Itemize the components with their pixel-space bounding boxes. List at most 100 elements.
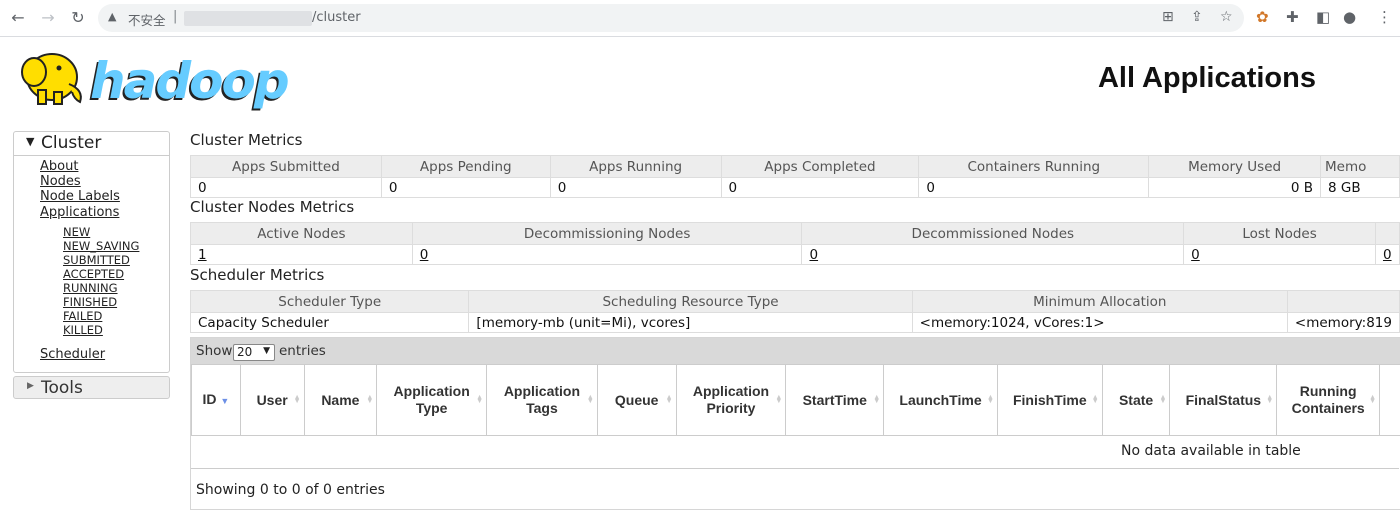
column-header: Containers Running (918, 155, 1150, 178)
sidebar-item-killed[interactable]: KILLED (63, 323, 103, 337)
column-header-application-tags[interactable]: Application Tags ▲ ▼ (486, 364, 598, 436)
share-icon[interactable]: ⇪ (1191, 9, 1203, 25)
side-panel-icon[interactable]: ◧ (1316, 8, 1330, 26)
sort-icon: ▲ ▼ (665, 394, 673, 405)
chevron-down-icon: ▼ (263, 346, 270, 356)
table-cell: 0 (549, 177, 722, 198)
column-header-launchtime[interactable]: LaunchTime ▲ ▼ (883, 364, 998, 436)
sidebar-item-node-labels[interactable]: Node Labels (40, 189, 120, 204)
unhealthy-nodes-link[interactable]: 0 (1383, 247, 1392, 263)
sidebar-item-running[interactable]: RUNNING (63, 281, 118, 295)
extension-icon[interactable]: ✿ (1256, 8, 1269, 26)
sidebar-item-failed[interactable]: FAILED (63, 309, 102, 323)
table-cell: 0 (1183, 244, 1376, 265)
cluster-metrics-title: Cluster Metrics (190, 131, 303, 149)
sidebar-item-accepted[interactable]: ACCEPTED (63, 267, 124, 281)
sidebar-item-nodes[interactable]: Nodes (40, 174, 81, 189)
browser-toolbar: ← → ↻ ▲ 不安全 | /cluster ⊞ ⇪ ☆ ✿ ✚ ◧ ● ⋮ (0, 0, 1400, 37)
empty-message: No data available in table (1121, 443, 1301, 459)
caret-down-icon: ▼ (26, 135, 35, 148)
column-header (1374, 222, 1400, 245)
table-cell: 0 (411, 244, 803, 265)
address-bar[interactable]: ▲ 不安全 | /cluster ⊞ ⇪ ☆ (98, 4, 1244, 32)
decommissioned-nodes-link[interactable]: 0 (809, 247, 818, 263)
sort-icon: ▲ ▼ (775, 394, 783, 405)
sidebar-item-finished[interactable]: FINISHED (63, 295, 117, 309)
column-header-state[interactable]: State ▲ ▼ (1101, 364, 1171, 436)
table-cell: 0 (1374, 244, 1400, 265)
page-title: All Applications (1097, 62, 1316, 94)
page-length-select[interactable]: 20 ▼ (233, 344, 275, 361)
table-cell: 0 (918, 177, 1150, 198)
scheduler-metrics-table: Scheduler Type Scheduling Resource Type … (189, 290, 1400, 333)
active-nodes-link[interactable]: 1 (198, 247, 207, 263)
column-header: Decommissioned Nodes (801, 222, 1185, 245)
column-header: Apps Pending (380, 155, 551, 178)
column-header-name[interactable]: Name ▲ ▼ (303, 364, 378, 436)
column-header-overflow[interactable] (1379, 364, 1400, 436)
table-cell: <memory:819 (1286, 312, 1400, 333)
cluster-metrics-table: Apps Submitted Apps Pending Apps Running… (190, 155, 1400, 198)
sidebar-item-scheduler[interactable]: Scheduler (40, 347, 105, 362)
sidebar-tools[interactable]: ▶ Tools (13, 376, 170, 399)
table-header-row: Apps Submitted Apps Pending Apps Running… (190, 155, 1400, 178)
column-header-user[interactable]: User ▲ ▼ (239, 364, 305, 436)
reload-icon[interactable]: ↻ (68, 8, 88, 28)
table-header-row: Active Nodes Decommissioning Nodes Decom… (190, 222, 1400, 245)
hadoop-logo[interactable]: hadoop hadoop (14, 44, 290, 112)
column-header-finishtime[interactable]: FinishTime ▲ ▼ (996, 364, 1103, 436)
puzzle-icon[interactable]: ✚ (1286, 8, 1299, 26)
table-cell: 8 GB (1320, 177, 1400, 198)
scheduler-metrics-title: Scheduler Metrics (190, 266, 325, 284)
url-path[interactable]: /cluster (312, 10, 361, 25)
sort-icon: ▲ ▼ (986, 394, 994, 405)
applications-table-wrapper: Show 20 ▼ entries ID ▼ User ▲ ▼ Name ▲ ▼ App… (190, 337, 1400, 510)
profile-avatar-icon[interactable]: ● (1343, 8, 1356, 26)
cluster-nodes-metrics-table: Active Nodes Decommissioning Nodes Decom… (190, 222, 1400, 265)
column-header-queue[interactable]: Queue ▲ ▼ (596, 364, 677, 436)
sidebar-item-submitted[interactable]: SUBMITTED (63, 253, 130, 267)
warning-icon[interactable]: ▲ (108, 10, 116, 23)
column-header: Apps Submitted (190, 155, 382, 178)
sidebar-item-applications[interactable]: Applications (40, 205, 119, 220)
table-row: Capacity Scheduler [memory-mb (unit=Mi),… (189, 312, 1400, 333)
sidebar-item-new[interactable]: NEW (63, 225, 90, 239)
decommissioning-nodes-link[interactable]: 0 (420, 247, 429, 263)
back-arrow-icon[interactable]: ← (8, 8, 28, 28)
column-header-starttime[interactable]: StartTime ▲ ▼ (785, 364, 885, 436)
empty-table-row: No data available in table (191, 436, 1399, 469)
sort-icon: ▲ ▼ (586, 394, 594, 405)
table-cell: Capacity Scheduler (189, 312, 470, 333)
sort-icon: ▲ ▼ (873, 394, 881, 405)
column-header: Active Nodes (190, 222, 413, 245)
column-header-finalstatus[interactable]: FinalStatus ▲ ▼ (1169, 364, 1278, 436)
sidebar-cluster: ▼ Cluster About Nodes Node Labels Applic… (13, 131, 170, 373)
table-cell: 1 (190, 244, 413, 265)
cluster-section-header[interactable]: ▼ Cluster (14, 132, 169, 156)
forward-arrow-icon[interactable]: → (38, 8, 58, 28)
column-header-application-priority[interactable]: Application Priority ▲ ▼ (675, 364, 787, 436)
column-header: Lost Nodes (1183, 222, 1376, 245)
caret-right-icon: ▶ (27, 381, 34, 391)
sidebar-item-about[interactable]: About (40, 159, 78, 174)
menu-kebab-icon[interactable]: ⋮ (1377, 8, 1392, 26)
column-header: Apps Running (549, 155, 722, 178)
svg-text:hadoop: hadoop (90, 52, 288, 110)
column-header-id[interactable]: ID ▼ (191, 364, 241, 436)
bookmark-star-icon[interactable]: ☆ (1220, 9, 1233, 25)
column-header-application-type[interactable]: Application Type ▲ ▼ (376, 364, 488, 436)
column-header: Scheduling Resource Type (468, 290, 913, 313)
column-header-running-containers[interactable]: Running Containers ▲ ▼ (1276, 364, 1381, 436)
table-cell: 0 (190, 177, 382, 198)
table-cell: 0 (801, 244, 1185, 265)
translate-icon[interactable]: ⊞ (1162, 9, 1174, 25)
lost-nodes-link[interactable]: 0 (1191, 247, 1200, 263)
insecure-label[interactable]: 不安全 (128, 10, 166, 29)
sidebar-item-new-saving[interactable]: NEW_SAVING (63, 239, 139, 253)
url-separator: | (173, 9, 178, 24)
table-cell: <memory:1024, vCores:1> (911, 312, 1288, 333)
column-header: Decommissioning Nodes (411, 222, 803, 245)
column-header: Memory Used (1148, 155, 1322, 178)
table-cell: 0 (380, 177, 551, 198)
sort-icon: ▲ ▼ (1266, 394, 1274, 405)
